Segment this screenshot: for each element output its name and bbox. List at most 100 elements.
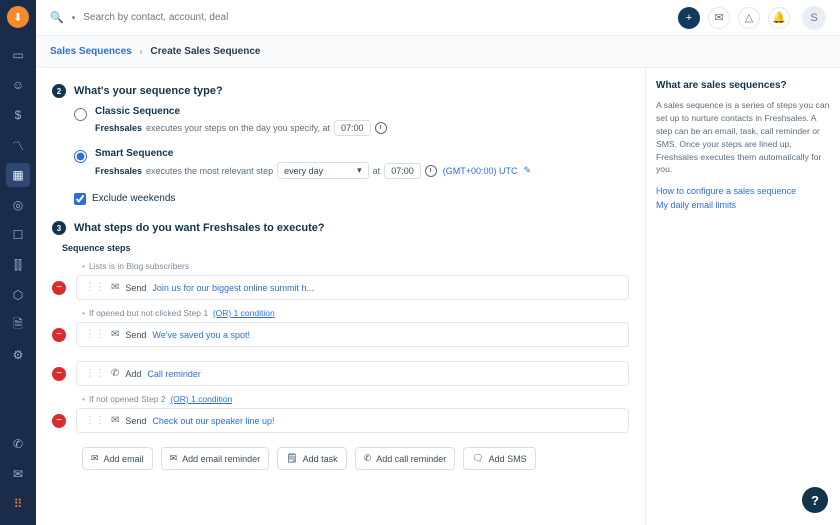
remove-step-1[interactable]: − — [52, 281, 66, 295]
nav-target-icon[interactable]: ◎ — [6, 193, 30, 217]
drag-handle-icon[interactable]: ⋮⋮ — [85, 329, 105, 340]
condition-1: •Lists is in Blog subscribers — [82, 261, 629, 271]
nav-sequences-icon[interactable]: ▦ — [6, 163, 30, 187]
step3-verb: Add — [125, 369, 141, 379]
step1-verb: Send — [125, 283, 146, 293]
email-icon: ✉ — [170, 453, 178, 464]
nav-deals-icon[interactable]: $ — [6, 103, 30, 127]
section3-title: What steps do you want Freshsales to exe… — [74, 222, 325, 234]
step-box-2[interactable]: ⋮⋮ ✉ Send We've saved you a spot! — [76, 322, 629, 347]
nav-rail: ⬇ ▭ ☺ $ 〽 ▦ ◎ ☐ ⫿⫿ ⬡ 🗎 ⚙ ✆ ✉ ⠿ — [0, 0, 36, 525]
chevron-right-icon: › — [140, 47, 143, 56]
condition-3-link[interactable]: (OR) 1 condition — [170, 394, 232, 404]
condition-2-link[interactable]: (OR) 1 condition — [213, 308, 275, 318]
task-icon: 🗒 — [286, 453, 297, 464]
exclude-weekends-checkbox[interactable] — [74, 193, 86, 205]
clock-icon — [375, 122, 387, 134]
smart-sequence-radio[interactable] — [74, 150, 87, 163]
search-icon[interactable]: 🔍 — [50, 11, 64, 24]
drag-handle-icon[interactable]: ⋮⋮ — [85, 415, 105, 426]
step3-link[interactable]: Call reminder — [147, 369, 201, 379]
search-scope-dropdown[interactable]: ▾ — [72, 14, 76, 22]
help-title: What are sales sequences? — [656, 80, 830, 91]
timezone-edit-icon[interactable]: ✎ — [523, 165, 531, 176]
phone-icon: ✆ — [364, 453, 372, 464]
exclude-weekends-label: Exclude weekends — [92, 193, 175, 204]
add-call-reminder-button[interactable]: ✆Add call reminder — [355, 447, 456, 470]
add-email-reminder-button[interactable]: ✉Add email reminder — [161, 447, 270, 470]
section-steps: 3 What steps do you want Freshsales to e… — [52, 221, 629, 235]
drag-handle-icon[interactable]: ⋮⋮ — [85, 368, 105, 379]
nav-box-icon[interactable]: ⬡ — [6, 283, 30, 307]
help-desc: A sales sequence is a series of steps yo… — [656, 99, 830, 176]
add-sms-button[interactable]: 🗨Add SMS — [463, 447, 535, 470]
step-box-3[interactable]: ⋮⋮ ✆ Add Call reminder — [76, 361, 629, 386]
help-link-limits[interactable]: My daily email limits — [656, 200, 830, 210]
step2-verb: Send — [125, 330, 146, 340]
email-icon: ✉ — [91, 453, 99, 464]
sms-icon: 🗨 — [472, 453, 483, 464]
phone-icon: ✆ — [111, 368, 119, 379]
brand-text: Freshsales — [95, 123, 142, 133]
smart-time-input[interactable]: 07:00 — [384, 163, 421, 179]
frequency-select[interactable]: every day▾ — [277, 162, 369, 179]
nav-settings-icon[interactable]: ⚙ — [6, 343, 30, 367]
help-link-configure[interactable]: How to configure a sales sequence — [656, 186, 830, 196]
step-number-2: 2 — [52, 84, 66, 98]
brand-text-2: Freshsales — [95, 166, 142, 176]
breadcrumb-root[interactable]: Sales Sequences — [50, 46, 132, 57]
step2-link[interactable]: We've saved you a spot! — [152, 330, 250, 340]
step-number-3: 3 — [52, 221, 66, 235]
clock-icon-2 — [425, 165, 437, 177]
step-box-1[interactable]: ⋮⋮ ✉ Send Join us for our biggest online… — [76, 275, 629, 300]
avatar[interactable]: S — [802, 6, 826, 30]
nav-chat-icon[interactable]: ☐ — [6, 223, 30, 247]
smart-desc: executes the most relevant step — [146, 166, 273, 176]
nav-calendar-icon[interactable]: ▭ — [6, 43, 30, 67]
remove-step-2[interactable]: − — [52, 328, 66, 342]
help-panel: What are sales sequences? A sales sequen… — [645, 68, 840, 525]
main-panel: 2 What's your sequence type? Classic Seq… — [36, 68, 645, 525]
nav-contacts-icon[interactable]: ☺ — [6, 73, 30, 97]
steps-header: Sequence steps — [62, 243, 629, 253]
timezone-link[interactable]: (GMT+00:00) UTC — [443, 166, 518, 176]
app-logo[interactable]: ⬇ — [7, 6, 29, 28]
classic-sequence-radio[interactable] — [74, 108, 87, 121]
search-input[interactable] — [83, 12, 670, 23]
topbar: 🔍 ▾ + ✉ △ 🔔 S — [36, 0, 840, 36]
notifications-icon[interactable]: 🔔 — [768, 7, 790, 29]
nav-doc-icon[interactable]: 🗎 — [6, 313, 30, 337]
classic-desc: executes your steps on the day you speci… — [146, 123, 330, 133]
section2-title: What's your sequence type? — [74, 85, 223, 97]
email-icon: ✉ — [111, 282, 119, 293]
breadcrumb: Sales Sequences › Create Sales Sequence — [36, 36, 840, 68]
nav-reports-icon[interactable]: ⫿⫿ — [6, 253, 30, 277]
breadcrumb-current: Create Sales Sequence — [150, 46, 260, 57]
mail-icon[interactable]: ✉ — [708, 7, 730, 29]
remove-step-3[interactable]: − — [52, 367, 66, 381]
nav-conversations-icon[interactable]: ✉ — [6, 462, 30, 486]
step1-link[interactable]: Join us for our biggest online summit h.… — [152, 283, 314, 293]
step-box-4[interactable]: ⋮⋮ ✉ Send Check out our speaker line up! — [76, 408, 629, 433]
nav-apps-icon[interactable]: ⠿ — [6, 492, 30, 516]
add-task-button[interactable]: 🗒Add task — [277, 447, 346, 470]
smart-sequence-label: Smart Sequence — [95, 148, 531, 159]
classic-time-input[interactable]: 07:00 — [334, 120, 371, 136]
add-button[interactable]: + — [678, 7, 700, 29]
help-fab[interactable]: ? — [802, 487, 828, 513]
nav-phone-icon[interactable]: ✆ — [6, 432, 30, 456]
email-icon: ✉ — [111, 415, 119, 426]
email-icon: ✉ — [111, 329, 119, 340]
announce-icon[interactable]: △ — [738, 7, 760, 29]
step4-link[interactable]: Check out our speaker line up! — [152, 416, 274, 426]
remove-step-4[interactable]: − — [52, 414, 66, 428]
nav-analytics-icon[interactable]: 〽 — [6, 133, 30, 157]
section-sequence-type: 2 What's your sequence type? — [52, 84, 629, 98]
classic-sequence-label: Classic Sequence — [95, 106, 387, 117]
step4-verb: Send — [125, 416, 146, 426]
at-label: at — [373, 166, 381, 176]
condition-2: •If opened but not clicked Step 1 (OR) 1… — [82, 308, 629, 318]
condition-3: •If not opened Step 2 (OR) 1 condition — [82, 394, 629, 404]
drag-handle-icon[interactable]: ⋮⋮ — [85, 282, 105, 293]
add-email-button[interactable]: ✉Add email — [82, 447, 153, 470]
